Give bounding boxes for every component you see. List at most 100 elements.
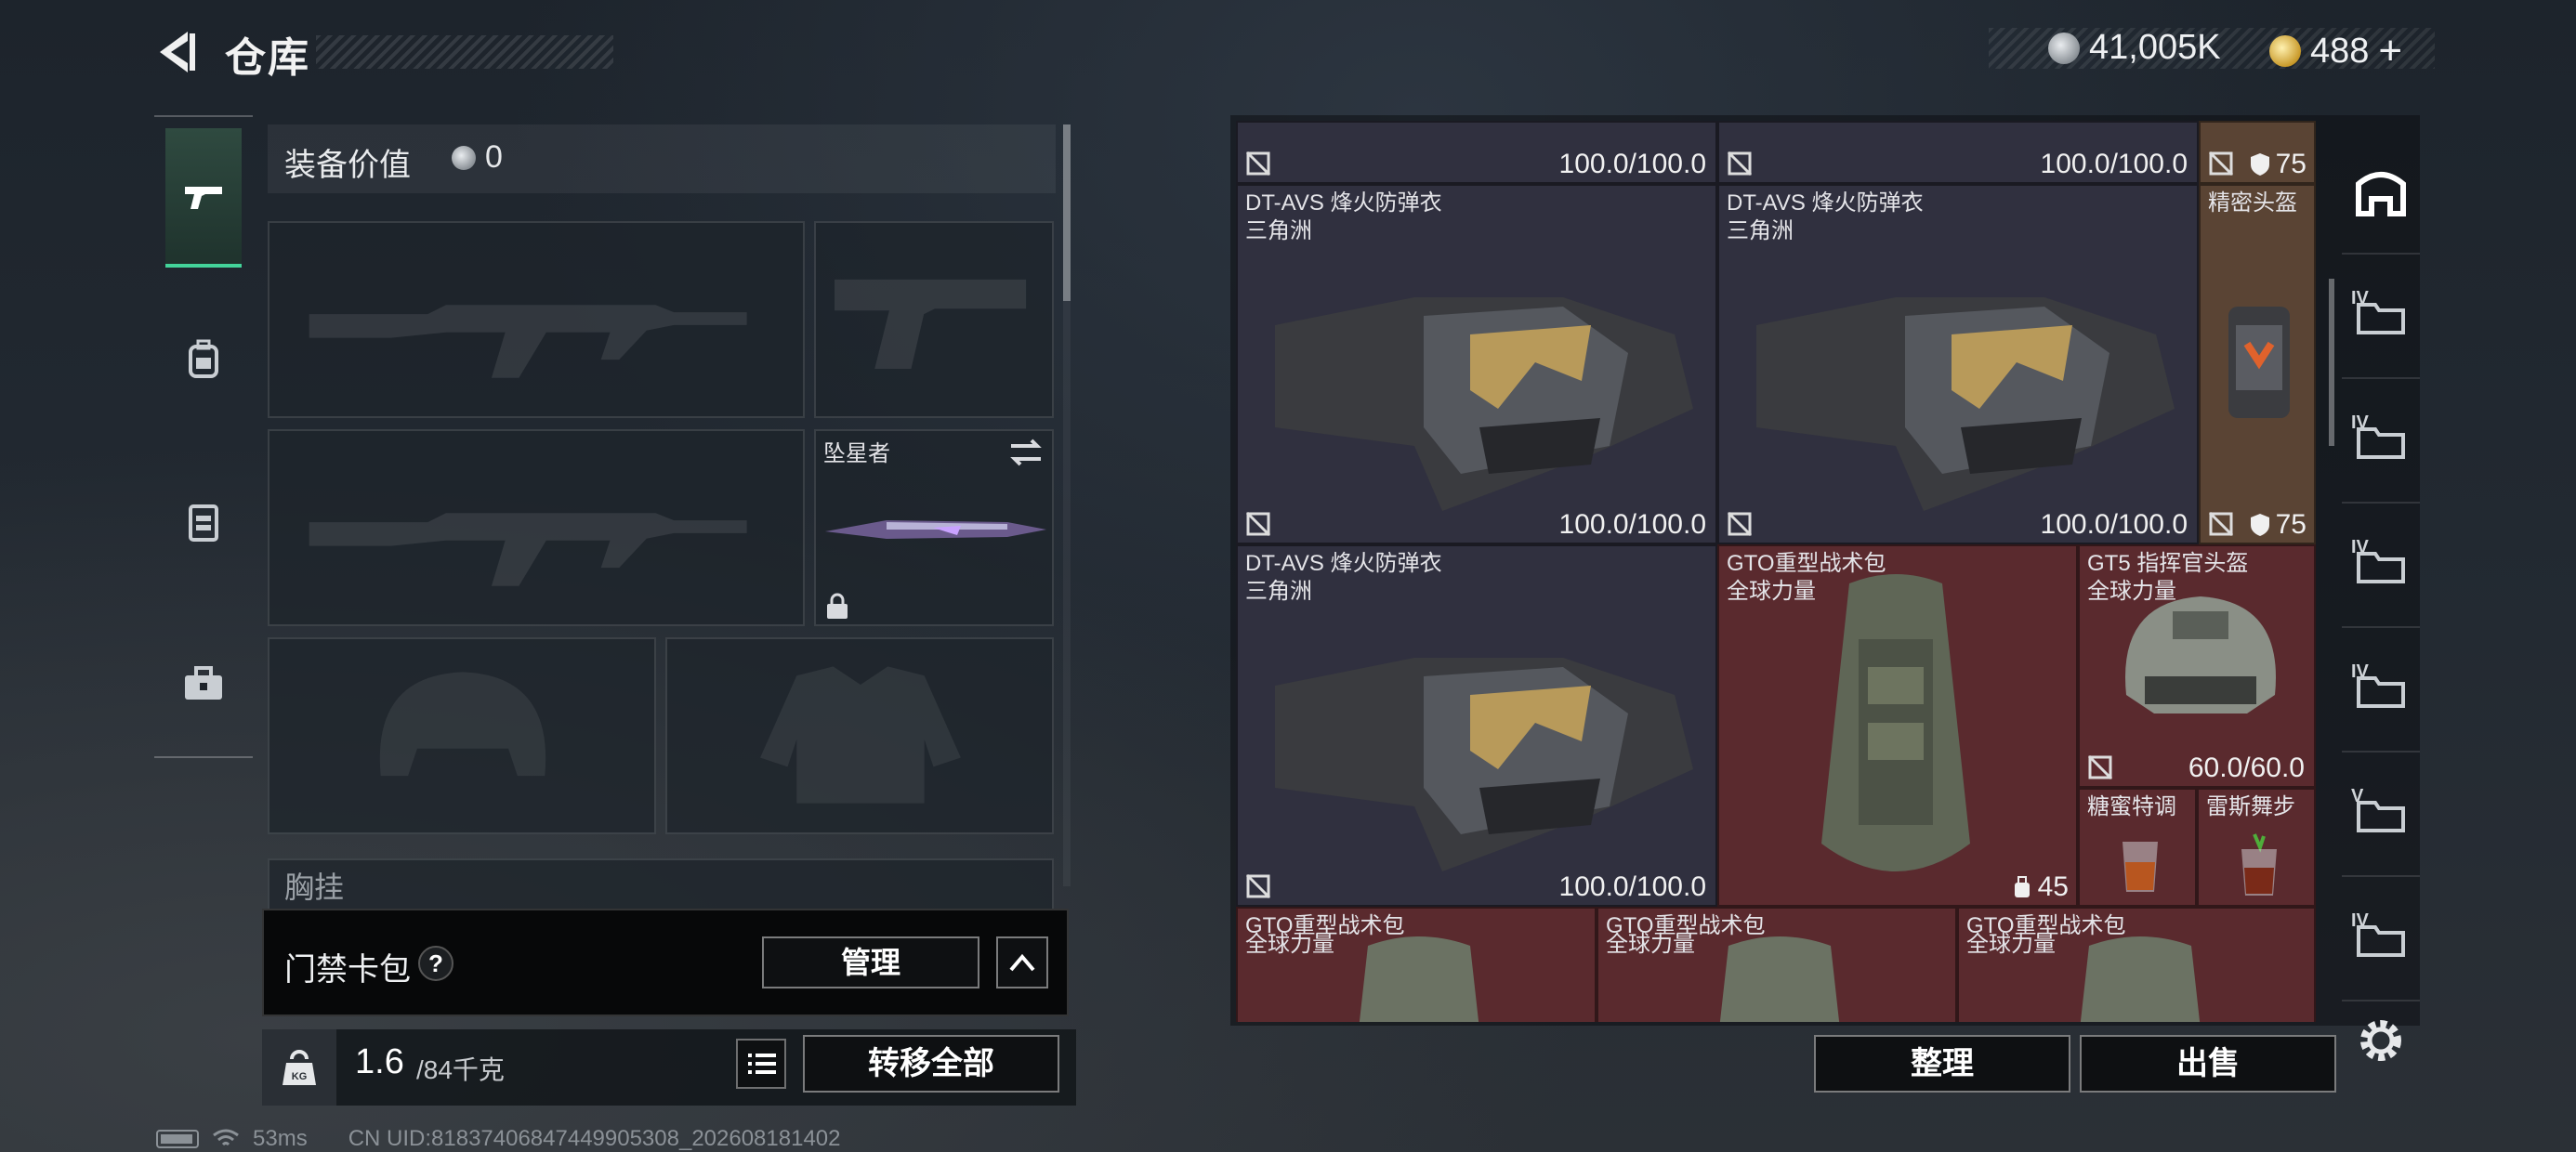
silver-coin-icon	[452, 145, 476, 170]
storage-item[interactable]: 100.0/100.0	[1717, 121, 2199, 184]
durability: 60.0/60.0	[2188, 753, 2305, 783]
tab-storage-iv[interactable]: IV	[2342, 379, 2420, 504]
durability: 100.0/100.0	[2040, 149, 2188, 179]
currency-silver-amount: 41,005K	[2089, 28, 2221, 67]
armor-level: 75	[2250, 509, 2307, 541]
nav-backpack[interactable]	[165, 290, 242, 429]
toolbox-icon	[185, 666, 222, 700]
gold-coin-icon	[2269, 35, 2301, 67]
user-uid: CN UID:81837406847449905308_202608181402	[348, 1126, 841, 1151]
commander-helmet-icon	[2125, 596, 2276, 713]
nav-weapons[interactable]	[165, 128, 242, 268]
item-name: DT-AVS 烽火防弹衣	[1245, 190, 1442, 216]
tab-storage-v[interactable]: V	[2342, 753, 2420, 877]
tab-storage-iv[interactable]: IV	[2342, 504, 2420, 628]
storage-item[interactable]: GTO重型战术包 全球力量	[1236, 907, 1597, 1022]
nav-toolbox[interactable]	[165, 613, 242, 753]
swap-icon[interactable]	[1007, 437, 1045, 468]
kettlebell-icon: KG	[283, 1050, 316, 1085]
weight-icon-box: KG	[262, 1029, 336, 1106]
equipment-side-nav	[154, 115, 253, 758]
transfer-all-button[interactable]: 转移全部	[803, 1035, 1059, 1093]
collapse-button[interactable]	[996, 936, 1048, 988]
storage-item[interactable]: 100.0/100.0	[1236, 121, 1717, 184]
currency-gold[interactable]: 488 +	[2269, 28, 2402, 74]
storage-grid[interactable]: 100.0/100.0 100.0/100.0 75 DT-AVS 烽火防弹衣 …	[1236, 121, 2316, 1022]
weight-max: /84千克	[416, 1055, 505, 1084]
no-insure-icon	[1245, 511, 1271, 537]
storage-item[interactable]: DT-AVS 烽火防弹衣 三角洲 100.0/100.0	[1236, 544, 1717, 907]
storage-scroll-thumb[interactable]	[2329, 279, 2334, 446]
no-insure-icon	[2208, 511, 2234, 537]
no-insure-icon	[1245, 151, 1271, 177]
backpack-icon	[189, 339, 218, 378]
storage-item[interactable]: 75	[2199, 121, 2316, 184]
chest-rig-slot[interactable]	[268, 858, 1054, 914]
tab-label: IV	[2351, 537, 2369, 557]
currency-silver: 41,005K	[2048, 28, 2221, 68]
secondary-weapon-slot[interactable]	[268, 429, 805, 626]
sort-button[interactable]: 整理	[1814, 1035, 2070, 1093]
storage-item[interactable]: GT5 指挥官头盔 全球力量 60.0/60.0	[2078, 544, 2316, 788]
storage-item[interactable]: 雷斯舞步	[2197, 788, 2316, 907]
storage-item[interactable]: 糖蜜特调	[2078, 788, 2197, 907]
sidearm-slot[interactable]	[814, 221, 1054, 418]
melee-slot[interactable]: 坠星者	[814, 429, 1054, 626]
storage-item[interactable]: GTO重型战术包 全球力量	[1957, 907, 2316, 1022]
item-name: DT-AVS 烽火防弹衣	[1727, 190, 1924, 216]
item-name: DT-AVS 烽火防弹衣	[1245, 551, 1442, 576]
cocktail-glass-icon	[2123, 842, 2158, 892]
storage-item[interactable]: 精密头盔 75	[2199, 184, 2316, 544]
item-subtitle: 全球力量	[1727, 579, 1816, 604]
storage-item[interactable]: GTO重型战术包 全球力量 45	[1717, 544, 2078, 907]
storage-item[interactable]: GTO重型战术包 全球力量	[1597, 907, 1957, 1022]
rifle-silhouette-icon	[309, 305, 747, 378]
cocktail-glass-icon	[2241, 833, 2277, 896]
armor-silhouette-icon	[760, 666, 961, 804]
list-view-button[interactable]	[736, 1039, 786, 1089]
battery-icon	[156, 1130, 199, 1148]
gear-icon[interactable]	[2355, 1015, 2407, 1067]
home-storage-icon	[2356, 172, 2406, 216]
helmet-silhouette-icon	[379, 672, 546, 777]
keycard-help-button[interactable]: ?	[418, 946, 453, 981]
chevron-up-icon	[1009, 953, 1035, 972]
durability: 100.0/100.0	[1558, 509, 1706, 540]
no-insure-icon	[1245, 873, 1271, 899]
vest-icon	[189, 504, 218, 542]
storage-item[interactable]: DT-AVS 烽火防弹衣 三角洲 100.0/100.0	[1236, 184, 1717, 544]
armor-slot[interactable]	[665, 637, 1054, 834]
keycard-label: 门禁卡包	[284, 952, 411, 988]
item-subtitle: 全球力量	[1245, 932, 1334, 957]
sell-button[interactable]: 出售	[2080, 1035, 2336, 1093]
shield-icon	[2250, 153, 2269, 176]
page-title: 仓库	[225, 35, 310, 81]
body-armor-icon	[1756, 297, 2175, 511]
tab-storage-iv[interactable]: IV	[2342, 255, 2420, 379]
body-armor-icon	[1275, 297, 1693, 511]
capacity-value: 45	[2037, 871, 2069, 902]
tab-label: V	[2351, 786, 2364, 806]
add-currency-button[interactable]: +	[2378, 28, 2402, 74]
no-insure-icon	[1727, 151, 1753, 177]
armor-value: 75	[2275, 149, 2307, 179]
item-name: 精密头盔	[2208, 190, 2297, 216]
primary-weapon-slot[interactable]	[268, 221, 805, 418]
pistol-icon	[185, 187, 222, 209]
tab-main-storage[interactable]	[2342, 130, 2420, 255]
back-arrow-icon[interactable]	[151, 26, 203, 78]
tactical-backpack-icon	[2080, 936, 2201, 1022]
no-insure-icon	[1727, 511, 1753, 537]
tab-storage-iv[interactable]: IV	[2342, 628, 2420, 753]
no-insure-icon	[2208, 151, 2234, 177]
equipment-scroll-thumb[interactable]	[1063, 124, 1071, 301]
currency-gold-amount: 488	[2310, 31, 2370, 71]
storage-item[interactable]: DT-AVS 烽火防弹衣 三角洲 100.0/100.0	[1717, 184, 2199, 544]
helmet-slot[interactable]	[268, 637, 656, 834]
nav-vest[interactable]	[165, 452, 242, 591]
tab-storage-iv[interactable]: IV	[2342, 877, 2420, 1001]
manage-button[interactable]: 管理	[762, 936, 979, 988]
item-name: 雷斯舞步	[2206, 794, 2295, 819]
chest-rig-label: 胸挂	[284, 871, 345, 904]
title-decoration	[316, 35, 613, 69]
